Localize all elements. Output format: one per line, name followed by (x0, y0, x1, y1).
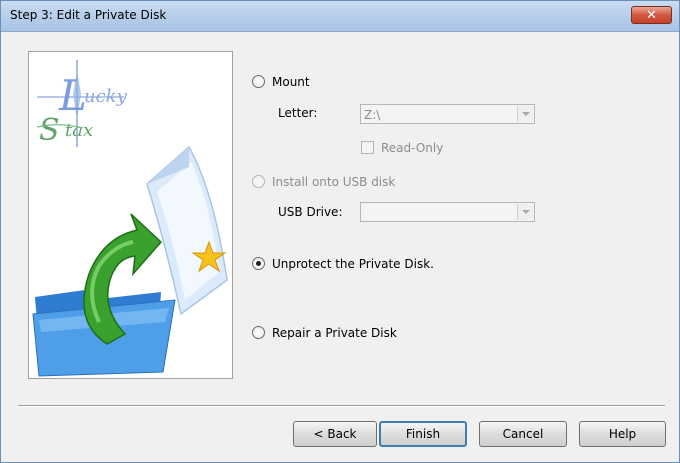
repair-radio[interactable] (252, 326, 265, 339)
title-bar[interactable]: Step 3: Edit a Private Disk ✕ (1, 1, 679, 32)
lucky-stax-logo: L ucky S tax (36, 60, 128, 148)
dialog-body: L ucky S tax Mount Letter: Z:\ Read-Only… (2, 32, 678, 462)
unprotect-radio[interactable] (252, 257, 265, 270)
illustration-graphic: L ucky S tax (32, 60, 228, 377)
letter-label: Letter: (278, 106, 318, 120)
chevron-down-icon (517, 106, 533, 122)
letter-select: Z:\ (360, 104, 535, 124)
window-title: Step 3: Edit a Private Disk (10, 8, 167, 22)
svg-text:L: L (58, 71, 87, 120)
unprotect-label[interactable]: Unprotect the Private Disk. (272, 257, 434, 271)
cancel-button[interactable]: Cancel (479, 421, 567, 447)
mount-radio[interactable] (252, 75, 265, 88)
mount-label[interactable]: Mount (272, 75, 310, 89)
install-usb-radio (252, 175, 265, 188)
repair-label[interactable]: Repair a Private Disk (272, 326, 397, 340)
close-button[interactable]: ✕ (631, 6, 672, 24)
button-separator (18, 405, 665, 407)
svg-text:S: S (39, 113, 60, 148)
finish-button[interactable]: Finish (379, 421, 467, 447)
svg-text:tax: tax (65, 120, 93, 141)
chevron-down-icon (517, 204, 533, 220)
document-graphic (146, 145, 228, 316)
usb-drive-label: USB Drive: (278, 205, 343, 219)
read-only-label: Read-Only (381, 141, 444, 155)
help-button[interactable]: Help (579, 421, 666, 447)
usb-drive-select (360, 202, 535, 222)
back-button[interactable]: < Back (293, 421, 377, 447)
svg-text:ucky: ucky (84, 86, 128, 107)
read-only-checkbox (361, 141, 374, 154)
dialog-window: Step 3: Edit a Private Disk ✕ L ucky S t… (0, 0, 680, 463)
letter-value: Z:\ (364, 108, 381, 122)
install-usb-label: Install onto USB disk (272, 175, 396, 189)
wizard-illustration: L ucky S tax (28, 51, 233, 379)
